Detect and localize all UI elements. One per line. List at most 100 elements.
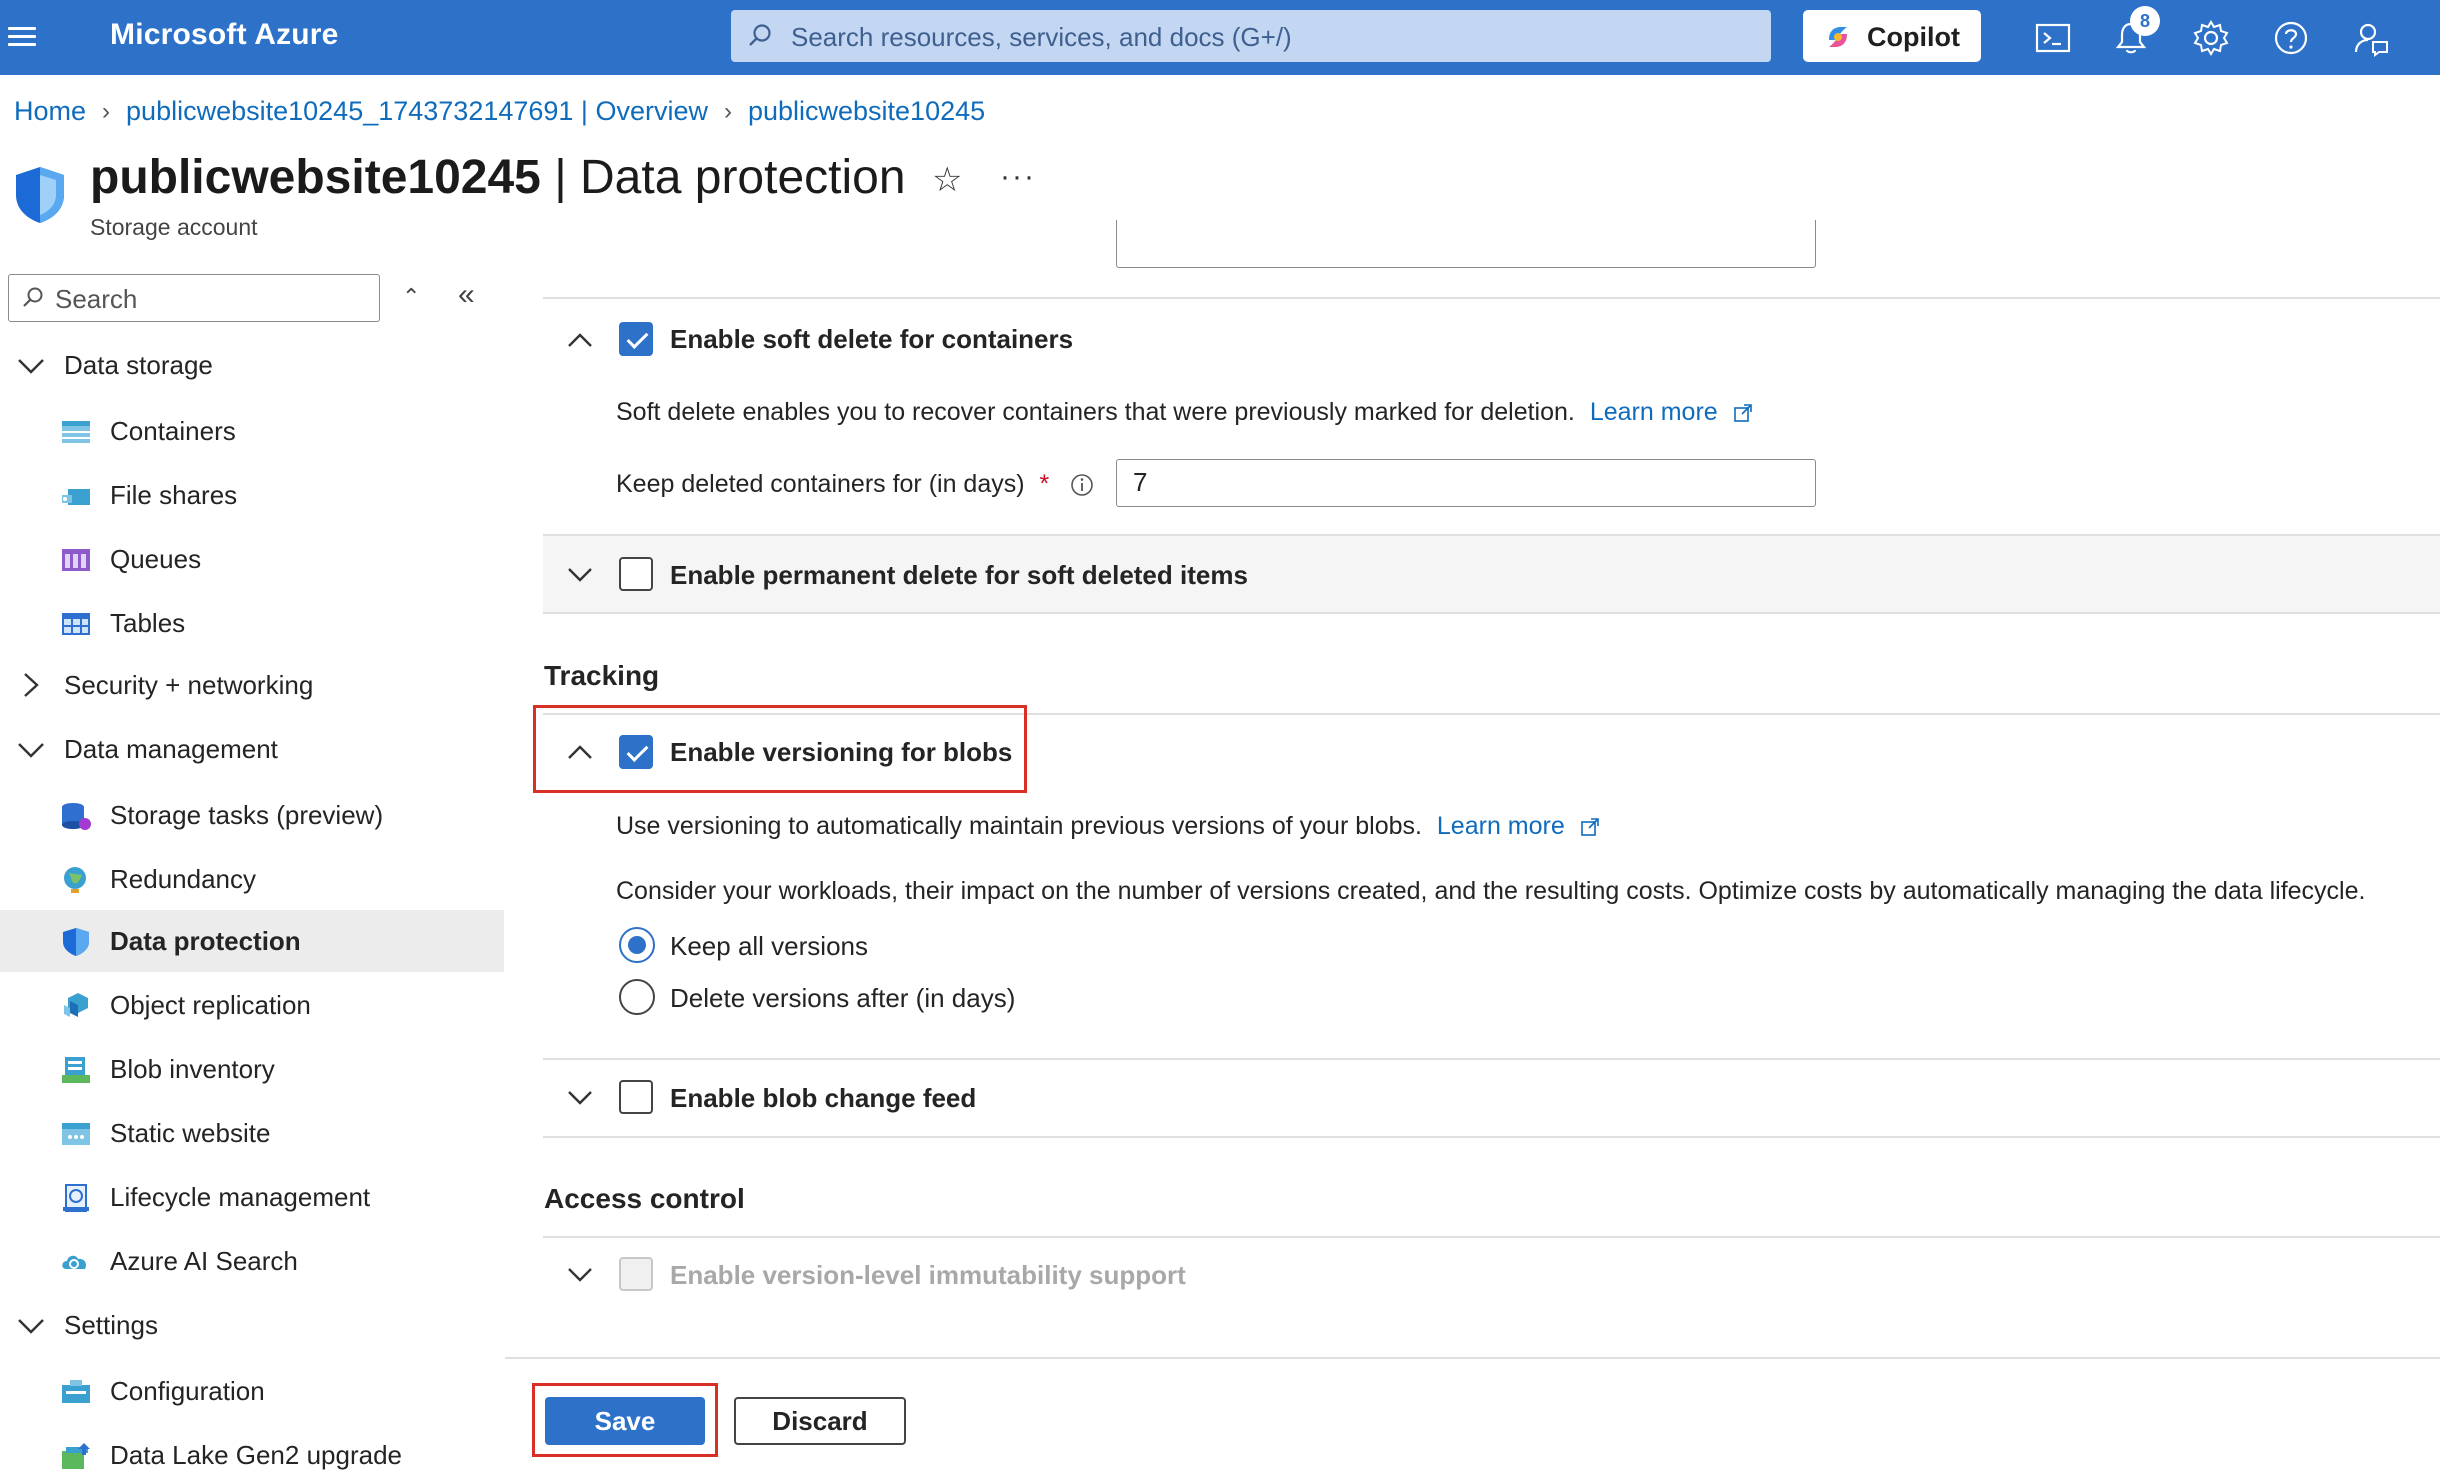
sidebar-search-placeholder: Search <box>55 284 138 314</box>
divider <box>543 1236 2440 1238</box>
blob-change-feed-checkbox[interactable] <box>619 1080 653 1114</box>
sidebar-item-blob-inventory[interactable]: Blob inventory <box>0 1038 504 1100</box>
copilot-icon <box>1829 27 1847 47</box>
required-asterisk: * <box>1039 470 1050 498</box>
notification-count-badge: 8 <box>2130 6 2160 36</box>
breadcrumb-home[interactable]: Home <box>14 96 86 127</box>
external-link-icon[interactable] <box>1580 817 1600 837</box>
sidebar-item-static-website[interactable]: Static website <box>0 1102 504 1164</box>
sidebar-item-configuration[interactable]: Configuration <box>0 1360 504 1422</box>
sidebar-group-label: Settings <box>64 1309 158 1340</box>
versioning-consider-text: Consider your workloads, their impact on… <box>616 877 2366 905</box>
search-icon <box>23 287 43 307</box>
sidebar-group-data-storage[interactable]: Data storage <box>14 345 213 385</box>
chevron-right-icon <box>24 673 39 697</box>
sidebar-search-input[interactable]: Search <box>8 274 380 322</box>
sidebar-group-label: Data storage <box>64 349 213 380</box>
divider <box>543 534 2440 536</box>
external-link-icon[interactable] <box>1733 403 1753 423</box>
static-website-icon <box>62 1123 90 1145</box>
version-immutability-label: Enable version-level immutability suppor… <box>670 1260 1186 1290</box>
expand-collapse-updown-icon[interactable]: ⌃ <box>402 284 420 310</box>
scrolled-input-field[interactable] <box>1116 220 1816 268</box>
learn-more-link[interactable]: Learn more <box>1437 812 1565 840</box>
global-search-input[interactable]: Search resources, services, and docs (G+… <box>731 10 1771 62</box>
versioning-description: Use versioning to automatically maintain… <box>616 812 1600 841</box>
learn-more-link[interactable]: Learn more <box>1590 398 1718 426</box>
sidebar-group-settings[interactable]: Settings <box>14 1305 158 1345</box>
sidebar-item-label: Redundancy <box>110 864 256 894</box>
breadcrumb-overview[interactable]: publicwebsite10245_1743732147691 | Overv… <box>126 96 708 127</box>
delete-versions-after-radio[interactable] <box>619 979 655 1015</box>
shield-icon <box>63 928 89 956</box>
sidebar-item-containers[interactable]: Containers <box>0 400 504 462</box>
soft-delete-containers-checkbox[interactable] <box>619 322 653 356</box>
sidebar-item-data-lake-upgrade[interactable]: Data Lake Gen2 upgrade <box>0 1424 504 1474</box>
sidebar-item-file-shares[interactable]: File shares <box>0 464 504 526</box>
keep-days-label-text: Keep deleted containers for (in days) <box>616 470 1025 498</box>
copilot-label: Copilot <box>1867 22 1960 52</box>
info-icon[interactable] <box>1070 473 1094 497</box>
sidebar-item-label: Blob inventory <box>110 1054 275 1084</box>
sidebar-group-data-management[interactable]: Data management <box>14 729 278 769</box>
sidebar-item-label: Azure AI Search <box>110 1246 298 1276</box>
sidebar-group-label: Security + networking <box>64 669 314 700</box>
sidebar-group-security-networking[interactable]: Security + networking <box>14 665 313 705</box>
sidebar-item-azure-ai-search[interactable]: Azure AI Search <box>0 1230 504 1292</box>
blob-inventory-icon <box>62 1057 90 1083</box>
blob-change-feed-label: Enable blob change feed <box>670 1083 977 1113</box>
keep-all-versions-radio[interactable] <box>619 927 655 963</box>
cloud-shell-icon[interactable] <box>2033 18 2073 58</box>
sidebar-item-object-replication[interactable]: Object replication <box>0 974 504 1036</box>
divider <box>543 297 2440 299</box>
sidebar-item-label: Configuration <box>110 1376 265 1406</box>
tables-icon <box>62 613 90 635</box>
copilot-button[interactable]: Copilot <box>1803 10 1981 62</box>
description-text: Soft delete enables you to recover conta… <box>616 398 1575 426</box>
sidebar-item-queues[interactable]: Queues <box>0 528 504 590</box>
configuration-icon <box>62 1380 90 1403</box>
breadcrumb-chevron-icon: › <box>723 97 732 125</box>
feedback-icon[interactable] <box>2351 18 2391 58</box>
delete-versions-after-label: Delete versions after (in days) <box>670 983 1016 1013</box>
breadcrumb-chevron-icon: › <box>102 97 111 125</box>
settings-gear-icon[interactable] <box>2191 18 2231 58</box>
lifecycle-management-icon <box>63 1184 89 1212</box>
description-text: Use versioning to automatically maintain… <box>616 812 1422 840</box>
hamburger-menu-icon[interactable] <box>8 22 36 52</box>
sidebar-item-label: Tables <box>110 608 186 638</box>
sidebar-item-label: Data protection <box>110 926 301 956</box>
sidebar-item-tables[interactable]: Tables <box>0 592 504 654</box>
globe-redundancy-icon <box>64 867 86 893</box>
breadcrumb-resource[interactable]: publicwebsite10245 <box>748 96 985 127</box>
divider <box>543 1136 2440 1138</box>
sidebar-item-storage-tasks[interactable]: Storage tasks (preview) <box>0 784 504 846</box>
chevron-down-icon[interactable] <box>565 1263 595 1287</box>
data-lake-upgrade-icon <box>62 1443 90 1469</box>
sidebar-item-lifecycle-management[interactable]: Lifecycle management <box>0 1166 504 1228</box>
chevron-down-icon <box>18 1319 44 1334</box>
permanent-delete-checkbox[interactable] <box>619 557 653 591</box>
discard-button[interactable]: Discard <box>734 1397 906 1445</box>
chevron-down-icon[interactable] <box>565 563 595 587</box>
sidebar-item-redundancy[interactable]: Redundancy <box>0 848 504 910</box>
help-question-icon[interactable] <box>2271 18 2311 58</box>
search-icon <box>749 24 771 46</box>
keep-deleted-containers-days-input[interactable]: 7 <box>1116 459 1816 507</box>
collapse-sidebar-icon[interactable]: « <box>458 278 475 312</box>
save-highlight-box <box>532 1383 718 1457</box>
tracking-heading: Tracking <box>544 660 660 691</box>
sidebar-item-label: Lifecycle management <box>110 1182 371 1212</box>
divider <box>543 612 2440 614</box>
page-title-resource: publicwebsite10245 <box>90 151 541 204</box>
permanent-delete-label: Enable permanent delete for soft deleted… <box>670 560 1248 590</box>
more-options-icon[interactable]: ··· <box>1000 160 1036 194</box>
brand-title[interactable]: Microsoft Azure <box>110 18 339 52</box>
sidebar-item-data-protection[interactable]: Data protection <box>0 910 504 972</box>
favorite-star-icon[interactable]: ☆ <box>932 160 962 200</box>
chevron-up-icon[interactable] <box>565 328 595 352</box>
sidebar-item-label: Object replication <box>110 990 311 1020</box>
page-title: publicwebsite10245 | Data protection <box>90 150 906 205</box>
chevron-down-icon[interactable] <box>565 1086 595 1110</box>
sidebar-item-label: Data Lake Gen2 upgrade <box>110 1440 402 1470</box>
